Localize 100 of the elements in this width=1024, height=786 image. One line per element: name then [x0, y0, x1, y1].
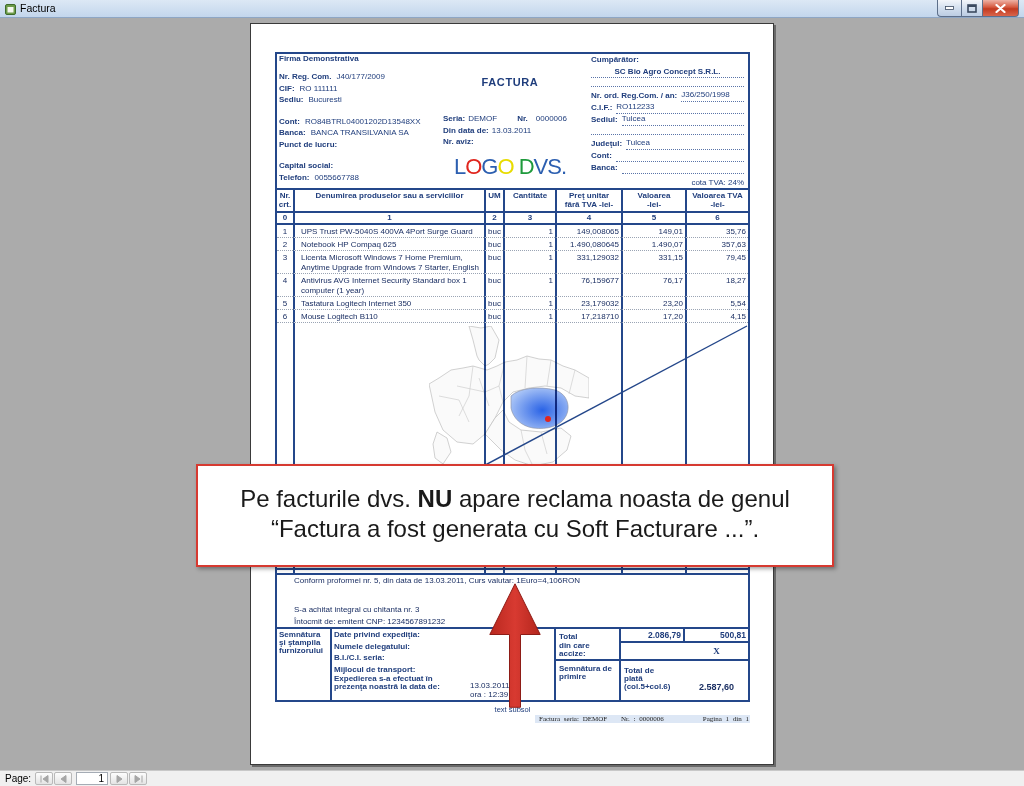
- field-value: DEMOF: [468, 113, 498, 125]
- close-button[interactable]: [983, 0, 1019, 17]
- column-header: UM: [484, 190, 503, 211]
- marker-icon: [545, 416, 551, 422]
- table-cell: UPS Trust PW-5040S 400VA 4Port Surge Guard: [293, 225, 484, 238]
- logo-text: LOGO DVS.: [453, 154, 567, 179]
- shipping-time: ora : 12:39: [470, 689, 510, 699]
- field-label: Banca:: [279, 127, 306, 139]
- signature-label: Semnătura şi ştampila furnizorului: [279, 631, 324, 655]
- table-cell: 35,76: [685, 225, 748, 238]
- field-value: RO 111111: [299, 82, 338, 94]
- table-cell: 1: [277, 225, 293, 238]
- maximize-button[interactable]: [961, 0, 983, 17]
- field-value: Bucuresti: [308, 94, 342, 106]
- skip-to-start-icon: [39, 774, 49, 783]
- column-header: Preţ unitar fără TVA -lei-: [555, 190, 621, 211]
- table-cell: buc: [484, 297, 503, 310]
- total-vat-value: 500,81: [720, 630, 746, 640]
- table-cell: 17,20: [621, 310, 685, 323]
- field-label: Date privind expediţia:: [334, 629, 421, 641]
- table-cell: 23,179032: [555, 297, 621, 310]
- total-value: 2.086,79: [647, 630, 681, 640]
- table-cell: 1: [503, 274, 555, 297]
- minimize-button[interactable]: [937, 0, 961, 17]
- table-cell: 1: [503, 225, 555, 238]
- grand-total-value: 2.587,60: [698, 682, 734, 694]
- note-text: S-a achitat integral cu chitanta nr. 3: [294, 604, 421, 616]
- table-cell: 79,45: [685, 251, 748, 274]
- field-value: Tulcea: [626, 138, 744, 150]
- table-cell: 1: [503, 238, 555, 251]
- table-cell: buc: [484, 310, 503, 323]
- table-cell: 76,159677: [555, 274, 621, 297]
- document-title: FACTURA: [481, 75, 539, 89]
- field-value: Tulcea: [621, 114, 744, 126]
- buyer-heading: Cumpărător:: [591, 54, 640, 66]
- field-label: Cont:: [591, 150, 612, 162]
- field-value: J36/250/1998: [681, 90, 744, 102]
- window-title: Factura: [20, 1, 56, 16]
- note-text: Conform proformei nr. 5, din data de 13.03.2011, Curs valutar: 1Euro=4,106RON: [294, 575, 581, 587]
- table-cell: 4: [277, 274, 293, 297]
- shipping-date: 13.03.2011: [470, 680, 510, 690]
- callout-text: Pe facturile dvs. NU apare reclama noasta de genul “Factura a fost generata cu Soft Facturare ...”.: [239, 483, 791, 544]
- column-header: Nr. crt.: [277, 190, 293, 211]
- table-cell: 2: [277, 238, 293, 251]
- column-header: Valoarea -lei-: [621, 190, 685, 211]
- table-cell: Notebook HP Compaq 625: [293, 238, 484, 251]
- table-cell: buc: [484, 251, 503, 274]
- table-cell: 76,17: [621, 274, 685, 297]
- field-label: Telefon:: [279, 171, 310, 183]
- column-number: 6: [685, 213, 748, 223]
- table-cell: Mouse Logitech B110: [293, 310, 484, 323]
- column-number: 4: [555, 213, 621, 223]
- field-label: Sediu:: [279, 94, 304, 106]
- table-cell: Licenta Microsoft Windows 7 Home Premium, Anytime Upgrade from Windows 7 Starter, English: [293, 251, 484, 274]
- table-cell: buc: [484, 238, 503, 251]
- table-cell: 357,63: [685, 238, 748, 251]
- field-label: Cont:: [279, 115, 300, 127]
- field-value: RO84BTRL04001202D13548XX: [304, 115, 421, 127]
- table-cell: Tastatura Logitech Internet 350: [293, 297, 484, 310]
- highlighted-region: [510, 387, 569, 429]
- table-cell: 17,218710: [555, 310, 621, 323]
- maximize-icon: [967, 3, 977, 13]
- field-value: RO112233: [616, 102, 744, 114]
- minimize-icon: [945, 6, 954, 10]
- skip-to-end-icon: [133, 774, 143, 783]
- table-cell: 1: [503, 297, 555, 310]
- field-label: Judeţul:: [591, 138, 623, 150]
- column-number: 2: [484, 213, 503, 223]
- table-cell: 1.490,07: [621, 238, 685, 251]
- field-label: C.I.F.:: [591, 102, 613, 114]
- table-cell: 18,27: [685, 274, 748, 297]
- page-label: Page:: [5, 773, 32, 784]
- table-cell: buc: [484, 225, 503, 238]
- field-label: Numele delegatului:: [334, 640, 411, 652]
- table-cell: 3: [277, 251, 293, 274]
- field-label: Banca:: [591, 162, 618, 174]
- field-label: Sediul:: [591, 114, 618, 126]
- column-number: 3: [503, 213, 555, 223]
- next-icon: [114, 774, 124, 783]
- table-cell: 331,15: [621, 251, 685, 274]
- field-label: Capital social:: [279, 160, 334, 172]
- table-cell: 1: [503, 251, 555, 274]
- field-label: B.I./C.I. seria:: [334, 652, 386, 664]
- column-number: 0: [281, 213, 289, 223]
- page-input[interactable]: 1: [76, 772, 109, 785]
- table-cell: 1.490,080645: [555, 238, 621, 251]
- table-cell: 149,008065: [555, 225, 621, 238]
- field-label: Mijlocul de transport:: [334, 663, 417, 675]
- field-label: Seria:: [443, 113, 466, 125]
- field-label: Punct de lucru:: [279, 138, 338, 150]
- field-label: Nr. ord. Reg.Com. / an:: [591, 90, 678, 102]
- field-label: Din data de:: [443, 124, 489, 136]
- close-icon: [995, 3, 1006, 13]
- field-label: Nr. aviz:: [443, 136, 474, 148]
- table-cell: buc: [484, 274, 503, 297]
- app-icon: [5, 4, 16, 15]
- table-cell: 4,15: [685, 310, 748, 323]
- column-header: Valoarea TVA -lei-: [685, 190, 748, 211]
- field-value: BANCA TRANSILVANIA SA: [310, 127, 409, 139]
- vat-rate: cota TVA: 24%: [691, 177, 744, 188]
